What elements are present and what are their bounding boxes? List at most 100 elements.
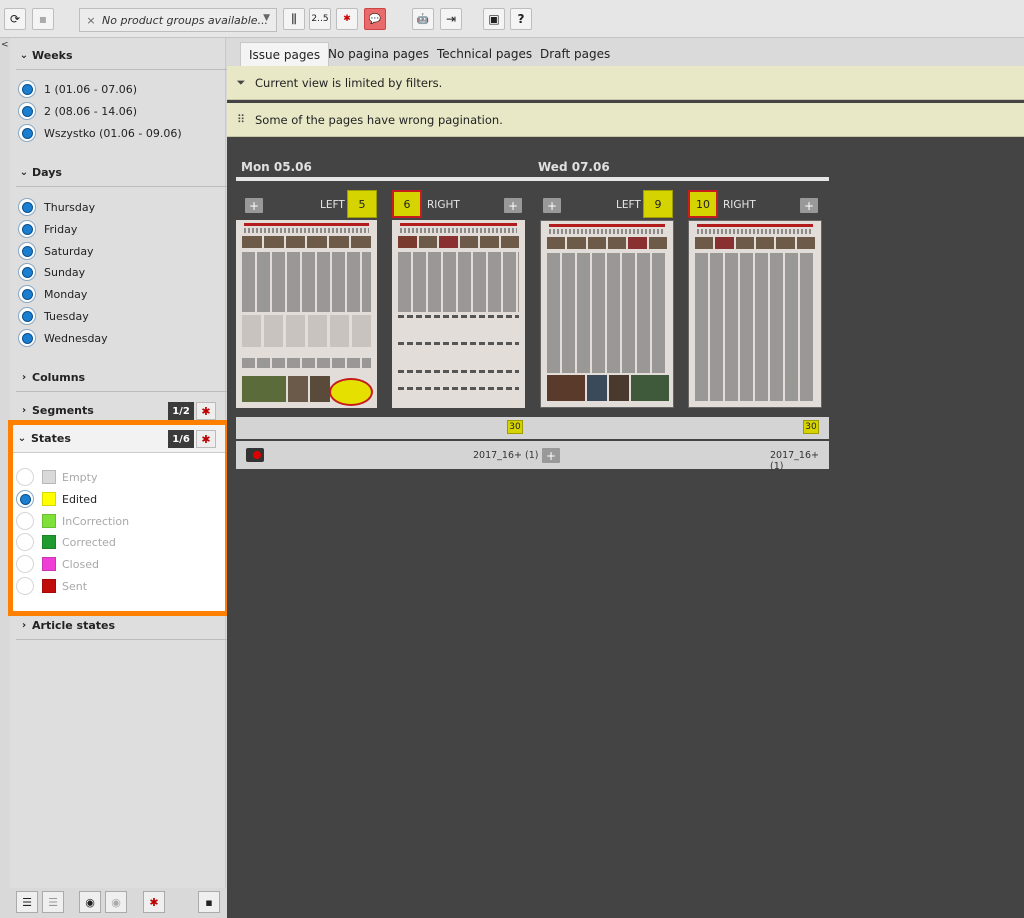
show-button[interactable]: ◉ [79, 891, 101, 913]
article-states-section-header[interactable]: › Article states [16, 612, 227, 640]
tab-issue-pages[interactable]: Issue pages [240, 42, 330, 66]
day-label: Mon 05.06 [241, 160, 312, 174]
state-item-empty[interactable]: Empty [16, 467, 97, 487]
page-thumbnail[interactable] [392, 220, 525, 408]
pagination-button[interactable]: 2..5 [309, 8, 331, 30]
save-filters-button[interactable]: ▪ [198, 891, 220, 913]
text-line [398, 370, 519, 373]
days-section-header[interactable]: ⌄ Days [16, 159, 227, 187]
state-color-swatch [42, 579, 56, 593]
state-item-incorrection[interactable]: InCorrection [16, 511, 129, 531]
day-item[interactable]: Friday [18, 219, 77, 239]
states-clear-filter-button[interactable]: ✱ [196, 430, 216, 448]
day-item[interactable]: Saturday [18, 241, 94, 261]
spread-source-bar: 2017_16+ (1) + 2017_16+ (1) [236, 441, 829, 472]
logout-button[interactable]: ⇥ [440, 8, 462, 30]
collapse-all-button[interactable]: ☰ [42, 891, 64, 913]
state-item-sent[interactable]: Sent [16, 576, 87, 596]
state-item-closed[interactable]: Closed [16, 554, 99, 574]
page-number-badge[interactable]: 6 [392, 190, 422, 218]
list-collapse-icon: ☰ [48, 895, 58, 909]
add-comment-button[interactable]: + [542, 448, 560, 463]
days-title: Days [32, 166, 62, 179]
columns-section-header[interactable]: › Columns [16, 364, 227, 392]
page-number-badge[interactable]: 5 [347, 190, 377, 218]
add-page-button[interactable]: + [504, 198, 522, 213]
tab-no-pagina-pages[interactable]: No pagina pages [320, 42, 437, 66]
day-divider [236, 177, 829, 181]
page-photo [288, 376, 308, 402]
page-photo [310, 376, 330, 402]
columns-button[interactable]: ⫼ [283, 8, 305, 30]
week-item[interactable]: 1 (01.06 - 07.06) [18, 79, 137, 99]
filter-pages-button[interactable]: ✱ [336, 8, 358, 30]
hide-button[interactable]: ◉ [105, 891, 127, 913]
comment-icon[interactable] [246, 448, 264, 462]
week-label: 2 (08.06 - 14.06) [44, 104, 138, 118]
page-side-label: RIGHT [427, 199, 460, 211]
placeholder-boxes [242, 315, 371, 347]
refresh-icon: ⟳ [9, 12, 21, 26]
week-item[interactable]: Wszystko (01.06 - 09.06) [18, 123, 182, 143]
day-label: Tuesday [44, 309, 89, 323]
article-states-title: Article states [32, 619, 116, 632]
add-page-button[interactable]: + [800, 198, 818, 213]
save-icon: ▪ [205, 895, 213, 909]
refresh-button[interactable]: ⟳ [4, 8, 26, 30]
states-title: States [31, 432, 71, 445]
tab-draft-pages[interactable]: Draft pages [532, 42, 618, 66]
week-label: 1 (01.06 - 07.06) [44, 82, 138, 96]
filter-icon: ✱ [343, 14, 351, 24]
day-label: Monday [44, 287, 88, 301]
columns-icon: ⫼ [291, 11, 297, 26]
pages-view: Issue pages No pagina pages Technical pa… [227, 38, 1024, 918]
state-item-edited[interactable]: Edited [16, 489, 97, 509]
save-button[interactable]: ▪ [32, 8, 54, 30]
radio-selected-icon [18, 80, 36, 98]
chevron-down-icon: ⌄ [19, 167, 29, 178]
page-thumbnail[interactable] [688, 220, 822, 408]
page-number-badge[interactable]: 10 [688, 190, 718, 218]
chevron-down-icon: ⌄ [17, 433, 27, 444]
help-button[interactable]: ? [510, 8, 532, 30]
radio-selected-icon [18, 329, 36, 347]
page-header-bar [549, 224, 665, 227]
clear-all-filters-button[interactable]: ✱ [143, 891, 165, 913]
segments-clear-filter-button[interactable]: ✱ [196, 402, 216, 420]
page-thumbnail[interactable] [540, 220, 674, 408]
list-expand-icon: ☰ [22, 895, 32, 909]
week-item[interactable]: 2 (08.06 - 14.06) [18, 101, 137, 121]
radio-selected-icon [16, 490, 34, 508]
text-line [398, 342, 519, 345]
day-item[interactable]: Wednesday [18, 328, 108, 348]
radio-unselected-icon [16, 577, 34, 595]
product-groups-select[interactable]: × No product groups available... ▼ [79, 8, 277, 32]
chevron-down-icon: ▼ [263, 13, 270, 23]
page-thumbnail[interactable] [236, 220, 377, 408]
tab-technical-pages[interactable]: Technical pages [429, 42, 540, 66]
day-label: Wednesday [44, 331, 108, 345]
segments-title: Segments [32, 404, 94, 417]
tab-label: No pagina pages [328, 47, 430, 61]
page-title-line [697, 229, 813, 234]
radio-unselected-icon [16, 533, 34, 551]
chevron-left-icon: < [1, 40, 9, 50]
product-groups-placeholder: No product groups available... [102, 13, 269, 27]
state-item-corrected[interactable]: Corrected [16, 532, 116, 552]
day-item[interactable]: Tuesday [18, 306, 89, 326]
comments-toggle-button[interactable]: 💬 [364, 8, 386, 30]
day-item[interactable]: Sunday [18, 262, 85, 282]
weeks-section-header[interactable]: ⌄ Weeks [16, 42, 227, 70]
page-header-bar [697, 224, 813, 227]
day-item[interactable]: Thursday [18, 197, 95, 217]
day-item[interactable]: Monday [18, 284, 87, 304]
issue-source-label: 2017_16+ (1) [473, 450, 539, 461]
android-button[interactable]: 🤖 [412, 8, 434, 30]
page-number-badge[interactable]: 9 [643, 190, 673, 218]
radio-selected-icon [18, 285, 36, 303]
clear-filter-icon: ✱ [201, 432, 211, 446]
window-button[interactable]: ▣ [483, 8, 505, 30]
expand-all-button[interactable]: ☰ [16, 891, 38, 913]
clear-icon[interactable]: × [80, 14, 102, 27]
page-tabs: Issue pages No pagina pages Technical pa… [227, 38, 1024, 66]
